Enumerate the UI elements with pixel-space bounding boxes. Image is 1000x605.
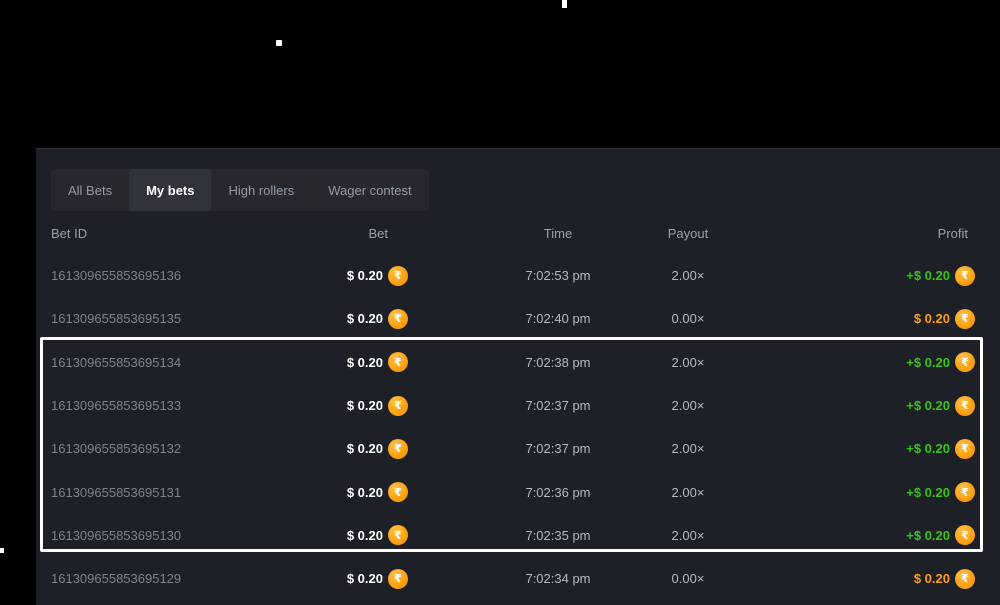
- rupee-coin-icon: ₹: [388, 352, 408, 372]
- tab-wager-contest[interactable]: Wager contest: [311, 169, 428, 211]
- payout-cell: 2.00×: [648, 268, 728, 283]
- rupee-coin-icon: ₹: [388, 439, 408, 459]
- rupee-coin-icon: ₹: [955, 482, 975, 502]
- bet-id-cell: 161309655853695135: [51, 311, 251, 326]
- profit-amount: $ 0.20: [914, 571, 950, 586]
- time-cell: 7:02:37 pm: [468, 398, 648, 413]
- bets-history-panel: All Bets My bets High rollers Wager cont…: [36, 148, 1000, 605]
- table-row[interactable]: 161309655853695136 $ 0.20 ₹ 7:02:53 pm 2…: [36, 254, 1000, 297]
- header-payout: Payout: [648, 226, 728, 241]
- bet-id-cell: 161309655853695134: [51, 355, 251, 370]
- time-cell: 7:02:35 pm: [468, 528, 648, 543]
- white-speck: [0, 548, 4, 553]
- rupee-coin-icon: ₹: [955, 569, 975, 589]
- bet-amount: $ 0.20: [347, 355, 383, 370]
- payout-cell: 2.00×: [648, 485, 728, 500]
- rupee-coin-icon: ₹: [955, 396, 975, 416]
- bet-amount-cell: $ 0.20 ₹: [251, 439, 408, 459]
- profit-amount: +$ 0.20: [906, 268, 950, 283]
- time-cell: 7:02:36 pm: [468, 485, 648, 500]
- rupee-coin-icon: ₹: [388, 482, 408, 502]
- profit-cell: +$ 0.20 ₹: [728, 439, 975, 459]
- table-header-row: Bet ID Bet Time Payout Profit: [36, 219, 1000, 247]
- table-row[interactable]: 161309655853695129 $ 0.20 ₹ 7:02:34 pm 0…: [36, 557, 1000, 600]
- table-row[interactable]: 161309655853695133 $ 0.20 ₹ 7:02:37 pm 2…: [36, 384, 1000, 427]
- bet-id-cell: 161309655853695136: [51, 268, 251, 283]
- bet-id-cell: 161309655853695132: [51, 441, 251, 456]
- profit-amount: $ 0.20: [914, 311, 950, 326]
- profit-amount: +$ 0.20: [906, 398, 950, 413]
- time-cell: 7:02:38 pm: [468, 355, 648, 370]
- time-cell: 7:02:34 pm: [468, 571, 648, 586]
- bet-amount: $ 0.20: [347, 398, 383, 413]
- bet-amount-cell: $ 0.20 ₹: [251, 482, 408, 502]
- payout-cell: 0.00×: [648, 571, 728, 586]
- bet-amount: $ 0.20: [347, 311, 383, 326]
- bet-amount: $ 0.20: [347, 268, 383, 283]
- tab-high-rollers[interactable]: High rollers: [211, 169, 311, 211]
- time-cell: 7:02:40 pm: [468, 311, 648, 326]
- bets-tab-bar: All Bets My bets High rollers Wager cont…: [51, 169, 429, 211]
- profit-amount: +$ 0.20: [906, 485, 950, 500]
- rupee-coin-icon: ₹: [955, 525, 975, 545]
- header-time: Time: [468, 226, 648, 241]
- bet-amount-cell: $ 0.20 ₹: [251, 266, 408, 286]
- bet-amount: $ 0.20: [347, 528, 383, 543]
- rupee-coin-icon: ₹: [955, 266, 975, 286]
- header-bet-id: Bet ID: [51, 226, 251, 241]
- payout-cell: 2.00×: [648, 398, 728, 413]
- profit-amount: +$ 0.20: [906, 528, 950, 543]
- tab-my-bets[interactable]: My bets: [129, 169, 211, 211]
- bet-amount: $ 0.20: [347, 441, 383, 456]
- bet-id-cell: 161309655853695130: [51, 528, 251, 543]
- white-speck: [276, 40, 282, 46]
- bet-id-cell: 161309655853695129: [51, 571, 251, 586]
- rupee-coin-icon: ₹: [388, 525, 408, 545]
- profit-cell: +$ 0.20 ₹: [728, 266, 975, 286]
- bet-amount-cell: $ 0.20 ₹: [251, 569, 408, 589]
- time-cell: 7:02:53 pm: [468, 268, 648, 283]
- rupee-coin-icon: ₹: [955, 352, 975, 372]
- bet-id-cell: 161309655853695131: [51, 485, 251, 500]
- time-cell: 7:02:37 pm: [468, 441, 648, 456]
- tab-all-bets[interactable]: All Bets: [51, 169, 129, 211]
- rupee-coin-icon: ₹: [388, 309, 408, 329]
- rupee-coin-icon: ₹: [955, 439, 975, 459]
- bet-amount-cell: $ 0.20 ₹: [251, 525, 408, 545]
- bet-amount-cell: $ 0.20 ₹: [251, 396, 408, 416]
- profit-cell: +$ 0.20 ₹: [728, 482, 975, 502]
- payout-cell: 2.00×: [648, 528, 728, 543]
- profit-cell: +$ 0.20 ₹: [728, 525, 975, 545]
- profit-cell: $ 0.20 ₹: [728, 569, 975, 589]
- table-row[interactable]: 161309655853695135 $ 0.20 ₹ 7:02:40 pm 0…: [36, 297, 1000, 340]
- table-body: 161309655853695136 $ 0.20 ₹ 7:02:53 pm 2…: [36, 254, 1000, 600]
- header-bet: Bet: [251, 226, 408, 241]
- payout-cell: 2.00×: [648, 441, 728, 456]
- rupee-coin-icon: ₹: [955, 309, 975, 329]
- profit-cell: $ 0.20 ₹: [728, 309, 975, 329]
- header-profit: Profit: [728, 226, 975, 241]
- rupee-coin-icon: ₹: [388, 266, 408, 286]
- table-row[interactable]: 161309655853695132 $ 0.20 ₹ 7:02:37 pm 2…: [36, 427, 1000, 470]
- profit-amount: +$ 0.20: [906, 355, 950, 370]
- table-row[interactable]: 161309655853695131 $ 0.20 ₹ 7:02:36 pm 2…: [36, 470, 1000, 513]
- bet-amount-cell: $ 0.20 ₹: [251, 309, 408, 329]
- table-row[interactable]: 161309655853695134 $ 0.20 ₹ 7:02:38 pm 2…: [36, 341, 1000, 384]
- payout-cell: 2.00×: [648, 355, 728, 370]
- white-speck: [562, 0, 567, 8]
- rupee-coin-icon: ₹: [388, 396, 408, 416]
- payout-cell: 0.00×: [648, 311, 728, 326]
- profit-amount: +$ 0.20: [906, 441, 950, 456]
- bet-amount: $ 0.20: [347, 485, 383, 500]
- table-row[interactable]: 161309655853695130 $ 0.20 ₹ 7:02:35 pm 2…: [36, 514, 1000, 557]
- profit-cell: +$ 0.20 ₹: [728, 396, 975, 416]
- bet-id-cell: 161309655853695133: [51, 398, 251, 413]
- bet-amount-cell: $ 0.20 ₹: [251, 352, 408, 372]
- bet-amount: $ 0.20: [347, 571, 383, 586]
- rupee-coin-icon: ₹: [388, 569, 408, 589]
- profit-cell: +$ 0.20 ₹: [728, 352, 975, 372]
